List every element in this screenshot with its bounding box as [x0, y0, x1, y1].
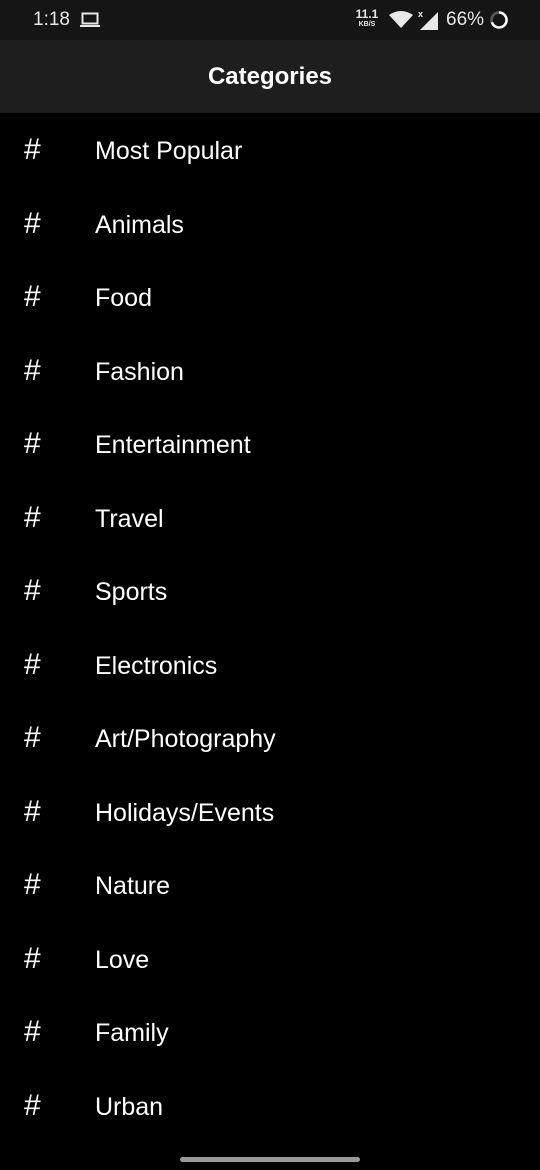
hashtag-icon: # [24, 868, 41, 901]
category-item-entertainment[interactable]: # Entertainment [0, 407, 540, 481]
hashtag-icon: # [24, 941, 41, 975]
hashtag-icon: # [24, 794, 41, 828]
hashtag-icon: # [24, 1015, 41, 1048]
cell-signal-icon: x [417, 9, 439, 36]
app-bar: Categories [0, 40, 540, 113]
svg-text:x: x [418, 9, 423, 19]
category-label: Entertainment [95, 431, 251, 459]
category-list: # Most Popular # Animals # Food # Fashio… [0, 113, 540, 1142]
network-speed: 11.1 KB/S [352, 8, 382, 28]
category-label: Travel [95, 504, 164, 533]
category-label: Sports [95, 578, 168, 606]
hashtag-icon: # [24, 280, 41, 313]
category-label: Electronics [95, 651, 218, 680]
gesture-nav-handle[interactable] [180, 1157, 360, 1162]
category-label: Food [95, 284, 152, 312]
category-item-most-popular[interactable]: # Most Popular [0, 113, 540, 187]
category-item-sports[interactable]: # Sports [0, 554, 540, 628]
wifi-icon [389, 11, 413, 34]
hashtag-icon: # [24, 574, 41, 607]
category-item-nature[interactable]: # Nature [0, 848, 540, 922]
hashtag-icon: # [24, 721, 41, 754]
category-label: Art/Photography [95, 725, 276, 753]
status-bar: 1:18 11.1 KB/S x 66% [0, 0, 540, 40]
category-item-family[interactable]: # Family [0, 995, 540, 1069]
category-item-love[interactable]: # Love [0, 922, 540, 996]
category-label: Most Popular [95, 137, 243, 165]
page-title: Categories [207, 63, 333, 90]
category-label: Urban [95, 1092, 164, 1121]
status-time: 1:18 [33, 9, 70, 30]
category-item-fashion[interactable]: # Fashion [0, 334, 540, 408]
category-item-art-photography[interactable]: # Art/Photography [0, 701, 540, 775]
category-item-electronics[interactable]: # Electronics [0, 628, 540, 702]
hashtag-icon: # [24, 133, 41, 166]
battery-ring-icon [489, 10, 509, 35]
category-item-animals[interactable]: # Animals [0, 187, 540, 261]
laptop-icon [80, 12, 100, 33]
category-label: Holidays/Events [95, 798, 275, 827]
hashtag-icon: # [24, 647, 41, 681]
category-item-holidays-events[interactable]: # Holidays/Events [0, 775, 540, 849]
hashtag-icon: # [24, 500, 41, 534]
hashtag-icon: # [24, 427, 41, 460]
category-label: Fashion [95, 357, 184, 386]
category-label: Family [95, 1019, 169, 1047]
category-item-urban[interactable]: # Urban [0, 1069, 540, 1143]
category-item-travel[interactable]: # Travel [0, 481, 540, 555]
category-label: Love [95, 945, 150, 974]
network-speed-unit: KB/S [358, 21, 376, 28]
hashtag-icon: # [24, 1088, 41, 1122]
network-speed-value: 11.1 [355, 7, 379, 21]
category-label: Nature [95, 872, 171, 900]
hashtag-icon: # [24, 353, 41, 387]
category-item-food[interactable]: # Food [0, 260, 540, 334]
hashtag-icon: # [24, 206, 41, 240]
category-label: Animals [95, 210, 184, 239]
battery-percent: 66% [446, 9, 485, 30]
